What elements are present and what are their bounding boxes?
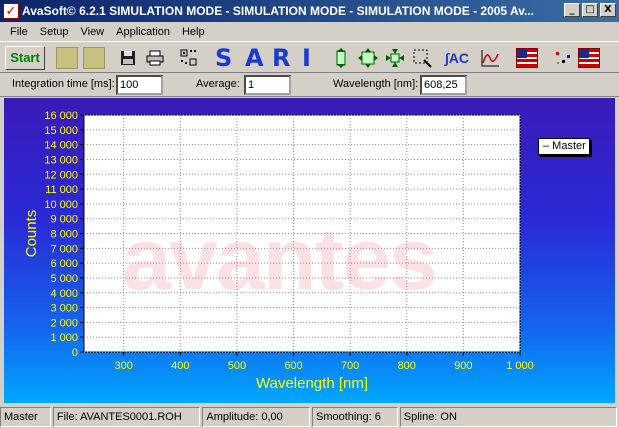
y-tick-label: 13 000 bbox=[44, 154, 78, 166]
flag-eurx-icon[interactable] bbox=[578, 48, 600, 68]
y-tick-label: 14 000 bbox=[44, 140, 78, 152]
menu-file[interactable]: File bbox=[4, 26, 34, 38]
app-logo-icon[interactable]: ✓ bbox=[3, 3, 19, 19]
start-button[interactable]: Start bbox=[5, 46, 45, 70]
minimize-button[interactable]: _ bbox=[564, 3, 580, 17]
window-title: AvaSoft© 6.2.1 SIMULATION MODE - SIMULAT… bbox=[22, 4, 534, 18]
y-tick-label: 3 000 bbox=[50, 303, 78, 315]
x-tick-label: 400 bbox=[171, 360, 189, 372]
y-tick-label: 1 000 bbox=[50, 332, 78, 344]
y-tick-label: 4 000 bbox=[50, 288, 78, 300]
y-tick-label: 2 000 bbox=[50, 317, 78, 329]
zoom-in-icon[interactable] bbox=[384, 47, 406, 69]
wavelength-input[interactable]: 608,25 bbox=[420, 75, 467, 95]
menu-application[interactable]: Application bbox=[110, 26, 176, 38]
integration-time-input[interactable]: 100 bbox=[116, 75, 163, 95]
menu-setup[interactable]: Setup bbox=[34, 26, 75, 38]
y-axis-label: Counts bbox=[23, 210, 40, 258]
x-tick-label: 500 bbox=[228, 360, 246, 372]
flag-hcf-icon[interactable] bbox=[516, 48, 538, 68]
status-spectrum: Master bbox=[0, 407, 51, 427]
spectrum-graph-panel[interactable]: 300 400 500 600 700 800 900 1 000 0 1 000 2 000 3 0… bbox=[4, 98, 615, 403]
status-spline: Spline: ON bbox=[399, 407, 617, 427]
absorbance-mode-a[interactable]: A bbox=[245, 45, 264, 71]
title-bar: ✓ AvaSoft© 6.2.1 SIMULATION MODE - SIMUL… bbox=[0, 0, 619, 22]
x-axis-label: Wavelength [nm] bbox=[256, 375, 368, 392]
wavelength-label: Wavelength [nm]: bbox=[333, 78, 419, 90]
y-tick-label: 15 000 bbox=[44, 125, 78, 137]
y-tick-label: 0 bbox=[72, 347, 78, 359]
menu-bar: File Setup View Application Help bbox=[0, 22, 619, 41]
avantes-watermark: avantes bbox=[122, 209, 438, 308]
zoom-area-icon[interactable] bbox=[411, 47, 433, 69]
menu-view[interactable]: View bbox=[74, 26, 110, 38]
scope-mode-icon[interactable] bbox=[178, 47, 200, 69]
average-input[interactable]: 1 bbox=[244, 75, 291, 95]
y-tick-label: 5 000 bbox=[50, 273, 78, 285]
y-tick-label: 7 000 bbox=[50, 243, 78, 255]
x-tick-label: 800 bbox=[398, 360, 416, 372]
status-file: File: AVANTES0001.ROH bbox=[52, 407, 201, 427]
y-tick-label: 8 000 bbox=[50, 229, 78, 241]
y-tick-label: 10 000 bbox=[44, 199, 78, 211]
chart-icon[interactable] bbox=[479, 47, 501, 69]
maximize-button[interactable]: □ bbox=[582, 3, 598, 17]
toolbar: Start S A R I ∫AC bbox=[0, 41, 619, 73]
y-tick-label: 9 000 bbox=[50, 214, 78, 226]
auto-scale-icon[interactable]: ∫AC bbox=[444, 47, 470, 69]
irradiance-mode-i[interactable]: I bbox=[302, 45, 311, 71]
x-tick-label: 700 bbox=[341, 360, 359, 372]
print-icon[interactable] bbox=[144, 47, 166, 69]
blank-tool-button[interactable] bbox=[56, 47, 78, 69]
zoom-vertical-icon[interactable] bbox=[330, 47, 352, 69]
x-tick-label: 300 bbox=[114, 360, 132, 372]
zoom-all-icon[interactable] bbox=[357, 47, 379, 69]
status-smoothing: Smoothing: 6 bbox=[312, 407, 398, 427]
status-amplitude: Amplitude: 0,00 bbox=[202, 407, 311, 427]
y-tick-label: 6 000 bbox=[50, 258, 78, 270]
y-tick-label: 16 000 bbox=[44, 110, 78, 122]
close-button[interactable]: X bbox=[600, 3, 616, 17]
y-tick-label: 11 000 bbox=[45, 184, 78, 196]
x-tick-label: 900 bbox=[454, 360, 472, 372]
acquisition-params-bar: Integration time [ms]: 100 Average: 1 Wa… bbox=[0, 73, 619, 97]
legend-master[interactable]: – Master bbox=[538, 138, 590, 155]
y-tick-label: 12 000 bbox=[44, 169, 78, 181]
x-tick-label: 600 bbox=[284, 360, 302, 372]
status-bar: Master File: AVANTES0001.ROH Amplitude: … bbox=[0, 405, 619, 428]
reflection-mode-r[interactable]: R bbox=[272, 45, 290, 71]
save-icon[interactable] bbox=[117, 47, 139, 69]
x-tick-label: 1 000 bbox=[506, 360, 534, 372]
blank-tool-button[interactable] bbox=[83, 47, 105, 69]
menu-help[interactable]: Help bbox=[176, 26, 211, 38]
integration-time-label: Integration time [ms]: bbox=[12, 78, 115, 90]
average-label: Average: bbox=[196, 78, 240, 90]
points-icon[interactable] bbox=[552, 47, 574, 69]
scope-mode-s[interactable]: S bbox=[215, 45, 232, 71]
